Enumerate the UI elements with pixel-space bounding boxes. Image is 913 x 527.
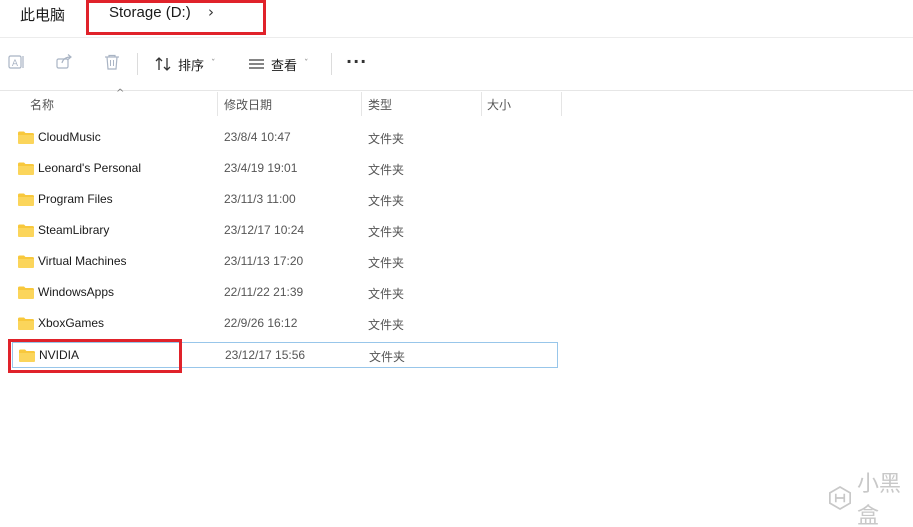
folder-icon (18, 131, 34, 144)
watermark: 小黑盒 (829, 472, 913, 527)
column-header-size[interactable]: 大小 (487, 96, 511, 113)
file-name: CloudMusic (38, 130, 101, 144)
file-name: SteamLibrary (38, 223, 110, 237)
watermark-logo-icon (829, 485, 852, 511)
sort-label: 排序 (178, 58, 205, 74)
column-divider[interactable] (561, 92, 562, 116)
list-item[interactable]: Virtual Machines 23/11/13 17:20 文件夹 (12, 249, 558, 275)
file-type: 文件夹 (368, 163, 405, 177)
file-date: 23/4/19 19:01 (224, 161, 298, 175)
delete-icon[interactable] (103, 53, 121, 71)
list-item[interactable]: Program Files 23/11/3 11:00 文件夹 (12, 187, 558, 213)
highlight-box-row (8, 339, 182, 373)
folder-icon (18, 162, 34, 175)
toolbar-divider (137, 53, 138, 75)
file-date: 22/11/22 21:39 (224, 285, 304, 299)
file-name: Virtual Machines (38, 254, 127, 268)
file-date: 23/11/3 11:00 (224, 192, 296, 206)
file-name: XboxGames (38, 316, 105, 330)
more-options-button[interactable]: ··· (346, 52, 367, 71)
file-name: WindowsApps (38, 285, 115, 299)
file-name: Leonard's Personal (38, 161, 142, 175)
column-header-name[interactable]: 名称 (30, 96, 54, 113)
column-divider[interactable] (361, 92, 362, 116)
list-item[interactable]: XboxGames 22/9/26 16:12 文件夹 (12, 311, 558, 337)
list-item[interactable]: CloudMusic 23/8/4 10:47 文件夹 (12, 125, 558, 151)
list-item[interactable]: WindowsApps 22/11/22 21:39 文件夹 (12, 280, 558, 306)
file-date: 23/8/4 10:47 (224, 130, 291, 144)
folder-icon (18, 317, 34, 330)
view-label: 查看 (271, 58, 298, 74)
file-type: 文件夹 (368, 225, 405, 239)
column-divider[interactable] (481, 92, 482, 116)
file-type: 文件夹 (368, 318, 405, 332)
file-date: 23/12/17 10:24 (224, 223, 305, 237)
file-date: 22/9/26 16:12 (224, 316, 298, 330)
command-bar: A 排序 ˇ 查看 ˇ ··· (0, 38, 913, 90)
file-type: 文件夹 (368, 132, 405, 146)
folder-icon (18, 255, 34, 268)
column-header-date[interactable]: 修改日期 (224, 96, 272, 113)
file-name: Program Files (38, 192, 113, 206)
column-divider[interactable] (217, 92, 218, 116)
file-type: 文件夹 (369, 350, 406, 364)
view-icon (249, 59, 264, 69)
breadcrumb-this-pc[interactable]: 此电脑 (20, 4, 65, 25)
view-button[interactable]: 查看 ˇ (248, 54, 309, 74)
folder-icon (18, 224, 34, 237)
list-item[interactable]: Leonard's Personal 23/4/19 19:01 文件夹 (12, 156, 558, 182)
folder-icon (18, 286, 34, 299)
column-header-type[interactable]: 类型 (368, 96, 392, 113)
file-date: 23/11/13 17:20 (224, 254, 304, 268)
toolbar-divider (331, 53, 332, 75)
file-type: 文件夹 (368, 256, 405, 270)
chevron-down-icon: ˇ (304, 59, 309, 69)
highlight-box-breadcrumb (86, 0, 266, 35)
share-icon[interactable] (55, 53, 73, 71)
sort-button[interactable]: 排序 ˇ (155, 54, 216, 74)
folder-icon (18, 193, 34, 206)
sort-icon (155, 57, 171, 71)
chevron-down-icon: ˇ (211, 59, 216, 69)
file-type: 文件夹 (368, 287, 405, 301)
sort-ascending-icon: ^ (116, 88, 125, 99)
file-date: 23/12/17 15:56 (225, 348, 306, 362)
watermark-text: 小黑盒 (857, 472, 902, 527)
divider (0, 90, 913, 91)
file-type: 文件夹 (368, 194, 405, 208)
list-item[interactable]: SteamLibrary 23/12/17 10:24 文件夹 (12, 218, 558, 244)
rename-icon[interactable]: A (7, 53, 25, 71)
svg-text:A: A (12, 59, 19, 69)
